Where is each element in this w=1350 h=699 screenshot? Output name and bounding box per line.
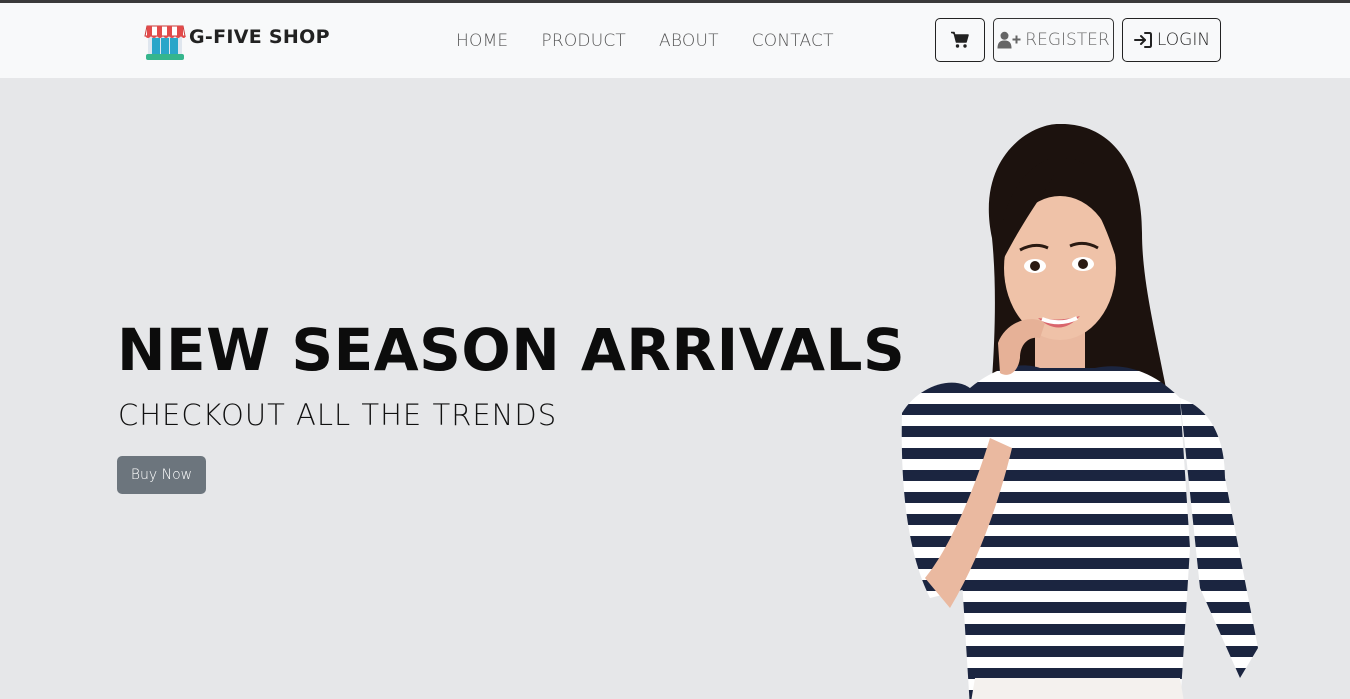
cart-icon: [951, 31, 969, 48]
nav-product[interactable]: PRODUCT: [541, 31, 626, 51]
nav-about[interactable]: ABOUT: [659, 31, 719, 51]
user-plus-icon: [997, 31, 1021, 49]
navbar: G-FIVE SHOP HOME PRODUCT ABOUT CONTACT R…: [0, 3, 1350, 78]
hero-subheadline: CHECKOUT ALL THE TRENDS: [118, 398, 558, 432]
storefront-icon: [144, 25, 186, 60]
hero-model-image: [901, 123, 1258, 699]
brand-link[interactable]: G-FIVE SHOP: [144, 20, 330, 62]
cart-button[interactable]: [935, 18, 985, 62]
main-nav: HOME PRODUCT ABOUT CONTACT: [456, 31, 867, 51]
register-button[interactable]: REGISTER: [993, 18, 1114, 62]
hero-headline: NEW SEASON ARRIVALS: [117, 316, 906, 384]
login-button[interactable]: LOGIN: [1122, 18, 1221, 62]
hero-banner: NEW SEASON ARRIVALS CHECKOUT ALL THE TRE…: [0, 78, 1350, 699]
sign-in-icon: [1133, 32, 1152, 48]
register-label: REGISTER: [1025, 30, 1110, 50]
nav-contact[interactable]: CONTACT: [752, 31, 834, 51]
login-label: LOGIN: [1156, 30, 1211, 50]
nav-home[interactable]: HOME: [456, 31, 508, 51]
buy-now-button[interactable]: Buy Now: [117, 456, 206, 494]
brand-name: G-FIVE SHOP: [189, 26, 330, 48]
